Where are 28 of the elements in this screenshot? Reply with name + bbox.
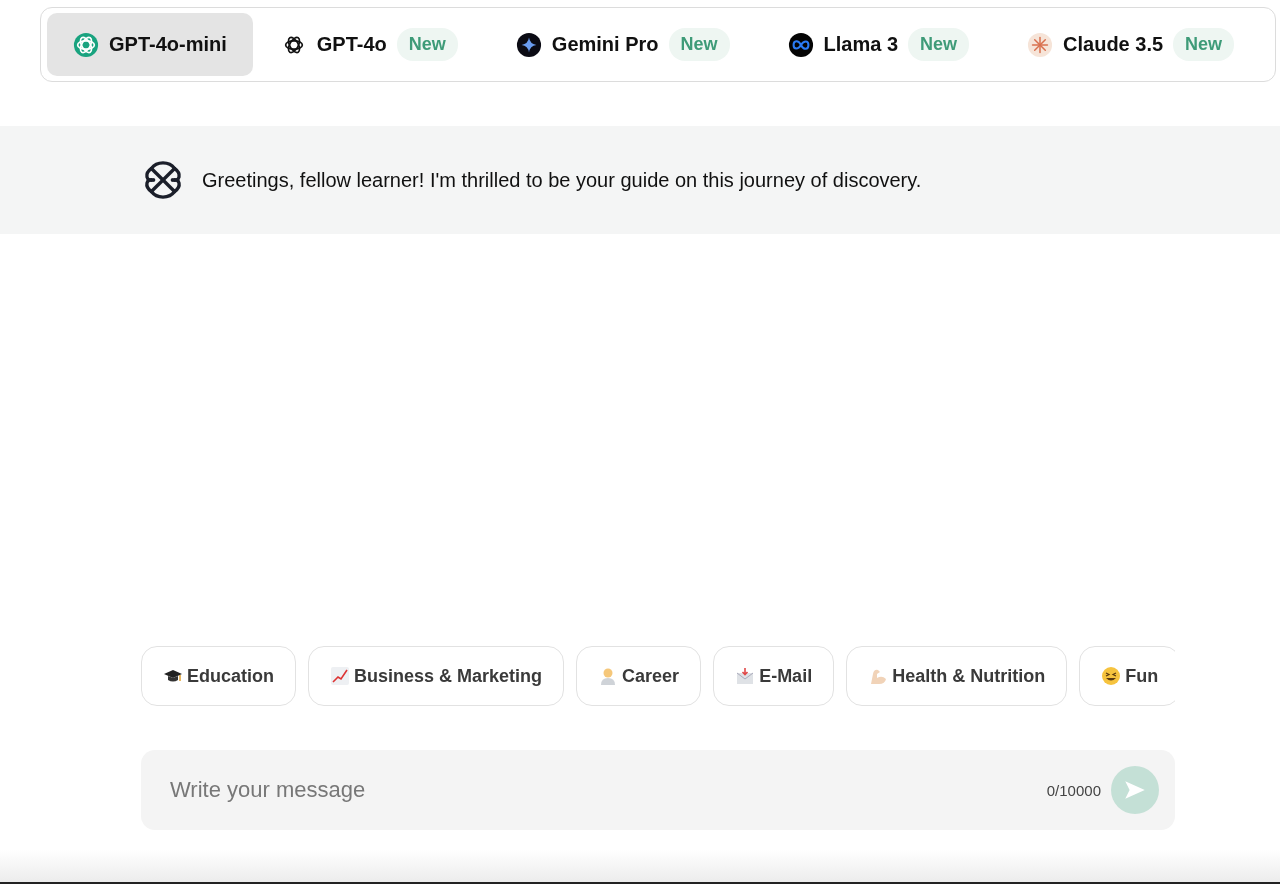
message-composer[interactable]: Write your message 0/10000 [141, 750, 1175, 830]
model-tab[interactable]: GPT-4o-mini [47, 13, 253, 76]
laughing-face-icon [1101, 666, 1122, 686]
topic-chip[interactable]: Career [576, 646, 702, 706]
topic-chip[interactable]: Education [141, 646, 296, 706]
infinity-icon [787, 31, 814, 58]
character-counter: 0/10000 [1046, 781, 1101, 799]
sparkle-icon [515, 31, 542, 58]
send-button[interactable] [1111, 766, 1159, 814]
topic-chip[interactable]: E-Mail [713, 646, 835, 706]
new-badge: New [396, 28, 458, 61]
topic-chip[interactable]: Health & Nutrition [846, 646, 1068, 706]
greeting-text: Greetings, fellow learner! I'm thrilled to be your guide on this journey of discovery. [202, 168, 922, 192]
model-tab[interactable]: Gemini Pro New [497, 13, 748, 76]
message-text-input[interactable]: Write your message [168, 776, 1037, 804]
interlaced-knot-icon [142, 159, 184, 201]
new-badge: New [908, 28, 970, 61]
new-badge: New [1173, 28, 1235, 61]
new-badge: New [668, 28, 730, 61]
model-tab[interactable]: GPT-4o New [262, 13, 476, 76]
envelope-icon [735, 666, 756, 686]
topic-chip[interactable]: Fun [1079, 646, 1175, 706]
knot-logo-icon [73, 31, 99, 58]
topic-chip[interactable]: Business & Marketing [308, 646, 565, 706]
model-tab[interactable]: Llama 3 New [769, 13, 988, 76]
model-tab[interactable]: Claude 3.5 New [1009, 13, 1253, 76]
chart-up-icon [330, 666, 350, 686]
starburst-icon [1027, 31, 1054, 58]
